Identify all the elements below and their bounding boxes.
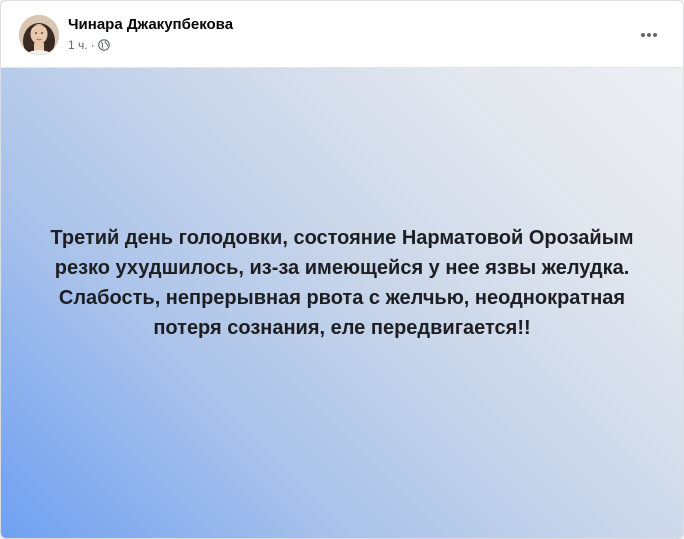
post-options-button[interactable] (635, 23, 663, 47)
author-avatar[interactable] (19, 15, 59, 55)
post-header: Чинара Джакупбекова 1 ч. · (1, 1, 683, 67)
avatar-photo-icon (19, 15, 59, 55)
post-timestamp[interactable]: 1 ч. (68, 38, 88, 52)
post-body-text: Третий день голодовки, состояние Нармато… (50, 227, 634, 339)
meta-separator: · (90, 38, 95, 52)
post-text-card[interactable]: Третий день голодовки, состояние Нармато… (1, 67, 683, 538)
globe-icon[interactable] (97, 39, 110, 51)
more-horizontal-icon (641, 33, 657, 37)
facebook-post: Чинара Джакупбекова 1 ч. · Третий день г… (0, 0, 684, 539)
author-name[interactable]: Чинара Джакупбекова (68, 16, 233, 33)
post-meta: 1 ч. · (68, 38, 110, 52)
